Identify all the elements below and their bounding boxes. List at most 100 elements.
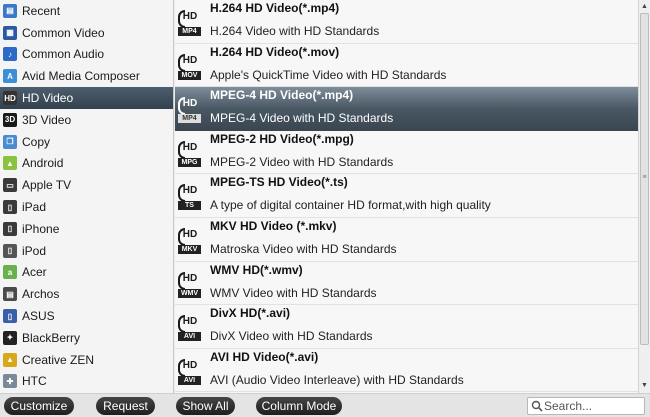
category-label: Archos xyxy=(22,287,60,302)
category-item-common-audio[interactable]: ♪ Common Audio xyxy=(0,44,173,66)
hd-avi-icon: HD AVI xyxy=(177,313,203,343)
format-name: MKV HD Video (*.mkv) xyxy=(210,218,337,233)
scroll-up-arrow-icon[interactable]: ▲ xyxy=(639,1,650,13)
category-label: ASUS xyxy=(22,309,55,324)
format-row[interactable]: HD WMV WMV HD(*.wmv) WMV Video with HD Stan… xyxy=(175,262,638,306)
category-label: Creative ZEN xyxy=(22,352,95,367)
category-label: HTC xyxy=(22,374,47,389)
format-name: WMV HD(*.wmv) xyxy=(210,262,303,277)
blackberry-icon: ✦ xyxy=(3,330,17,345)
format-tag: MPG xyxy=(178,157,201,167)
recent-icon: ▤ xyxy=(3,3,17,18)
category-item-recent[interactable]: ▤ Recent xyxy=(0,0,173,22)
format-row[interactable]: HD TS MPEG-TS HD Video(*.ts) A type of digi… xyxy=(175,174,638,218)
category-item-iphone[interactable]: ▯ iPhone xyxy=(0,218,173,240)
hd-badge: HD xyxy=(177,139,203,159)
hd-badge: HD xyxy=(177,313,203,334)
format-description: MPEG-4 Video with HD Standards xyxy=(210,111,394,126)
common-video-icon: ▦ xyxy=(3,25,17,40)
category-item-hd-video[interactable]: HD HD Video xyxy=(0,87,173,109)
format-description: Matroska Video with HD Standards xyxy=(210,241,397,256)
category-label: HD Video xyxy=(22,91,74,106)
category-label: Common Audio xyxy=(22,47,105,62)
category-label: Common Video xyxy=(22,25,105,40)
category-label: Apple TV xyxy=(22,178,72,193)
format-description: A type of digital container HD format,wi… xyxy=(210,198,491,213)
category-item-apple-tv[interactable]: ▭ Apple TV xyxy=(0,174,173,196)
hd-wmv-icon: HD WMV xyxy=(177,270,203,300)
category-item-3d-video[interactable]: 3D 3D Video xyxy=(0,109,173,131)
hd-avi-icon: HD AVI xyxy=(177,357,203,387)
format-row[interactable]: HD AVI AVI HD Video(*.avi) AVI (Audio Video… xyxy=(175,349,638,393)
ipad-icon: ▯ xyxy=(3,200,17,215)
format-name: H.264 HD Video(*.mp4) xyxy=(210,1,340,15)
format-row[interactable]: HD AVI DivX HD(*.avi) DivX Video with HD St… xyxy=(175,305,638,349)
format-tag: MP4 xyxy=(178,114,201,124)
format-tag: MOV xyxy=(178,70,201,80)
acer-icon: a xyxy=(3,265,17,280)
category-label: iPad xyxy=(22,200,47,215)
show-all-button[interactable]: Show All xyxy=(176,397,235,415)
customize-button[interactable]: Customize xyxy=(4,397,74,415)
category-item-android[interactable]: ▲ Android xyxy=(0,153,173,175)
category-item-asus[interactable]: ▯ ASUS xyxy=(0,305,173,327)
hd-badge: HD xyxy=(177,52,203,72)
creative-zen-icon: ▲ xyxy=(3,352,17,367)
hd-mov-icon: HD MOV xyxy=(177,52,203,82)
hd-mkv-icon: HD MKV xyxy=(177,226,203,256)
format-row[interactable]: HD MP4 MPEG-4 HD Video(*.mp4) MPEG-4 Video … xyxy=(175,87,638,131)
category-label: Copy xyxy=(22,134,51,149)
category-label: BlackBerry xyxy=(22,330,81,345)
category-label: iPhone xyxy=(22,221,60,236)
scroll-thumb[interactable]: ≡ xyxy=(640,13,649,345)
hd-ts-icon: HD TS xyxy=(177,182,203,212)
format-list-scrollbar[interactable]: ▲ ≡ ▼ xyxy=(638,0,650,393)
hd-badge: HD xyxy=(177,226,203,246)
column-mode-button[interactable]: Column Mode xyxy=(256,397,342,415)
copy-icon: ❐ xyxy=(3,134,17,149)
format-row[interactable]: HD MKV MKV HD Video (*.mkv) Matroska Video … xyxy=(175,218,638,262)
category-list: ▤ Recent ▦ Common Video ♪ Common Audio A Avid M… xyxy=(0,0,174,393)
category-item-copy[interactable]: ❐ Copy xyxy=(0,131,173,153)
format-tag: MKV xyxy=(178,244,201,254)
format-name: MPEG-4 HD Video(*.mp4) xyxy=(210,88,354,103)
hd-mpg-icon: HD MPG xyxy=(177,139,203,169)
format-row[interactable]: HD MP4 H.264 HD Video(*.mp4) H.264 Video wi… xyxy=(175,0,638,44)
category-item-htc[interactable]: ✚ HTC xyxy=(0,371,173,393)
category-label: Android xyxy=(22,156,64,171)
category-item-acer[interactable]: a Acer xyxy=(0,262,173,284)
format-description: WMV Video with HD Standards xyxy=(210,285,377,300)
request-button[interactable]: Request xyxy=(96,397,155,415)
search-input[interactable] xyxy=(544,398,642,414)
ipod-icon: ▯ xyxy=(3,243,17,258)
category-item-archos[interactable]: ▤ Archos xyxy=(0,283,173,305)
category-item-avid-media-composer[interactable]: A Avid Media Composer xyxy=(0,65,173,87)
format-tag: MP4 xyxy=(178,27,201,36)
format-description: Apple's QuickTime Video with HD Standard… xyxy=(210,67,447,82)
category-item-common-video[interactable]: ▦ Common Video xyxy=(0,22,173,44)
category-label: Avid Media Composer xyxy=(22,69,140,84)
format-tag: AVI xyxy=(178,375,201,385)
format-list: HD MP4 H.264 HD Video(*.mp4) H.264 Video wi… xyxy=(175,0,638,393)
format-tag: TS xyxy=(178,201,201,211)
format-row[interactable]: HD MPG MPEG-2 HD Video(*.mpg) MPEG-2 Video … xyxy=(175,131,638,175)
category-item-ipad[interactable]: ▯ iPad xyxy=(0,196,173,218)
search-box[interactable] xyxy=(527,397,645,415)
category-item-blackberry[interactable]: ✦ BlackBerry xyxy=(0,327,173,349)
category-item-creative-zen[interactable]: ▲ Creative ZEN xyxy=(0,349,173,371)
3d-video-icon: 3D xyxy=(3,112,17,127)
hd-badge: HD xyxy=(177,357,203,377)
android-icon: ▲ xyxy=(3,156,17,171)
archos-icon: ▤ xyxy=(3,287,17,302)
format-name: DivX HD(*.avi) xyxy=(210,306,291,321)
format-description: MPEG-2 Video with HD Standards xyxy=(210,154,394,169)
search-icon xyxy=(531,400,543,412)
format-row[interactable]: HD MOV H.264 HD Video(*.mov) Apple's QuickT… xyxy=(175,44,638,88)
category-label: Acer xyxy=(22,265,47,280)
bottom-toolbar: Customize Request Show All Column Mode xyxy=(0,393,650,417)
scroll-down-arrow-icon[interactable]: ▼ xyxy=(639,380,650,392)
hd-mp4-icon: HD MP4 xyxy=(177,95,203,125)
category-item-ipod[interactable]: ▯ iPod xyxy=(0,240,173,262)
hd-badge: HD xyxy=(177,182,203,203)
format-name: H.264 HD Video(*.mov) xyxy=(210,44,340,59)
